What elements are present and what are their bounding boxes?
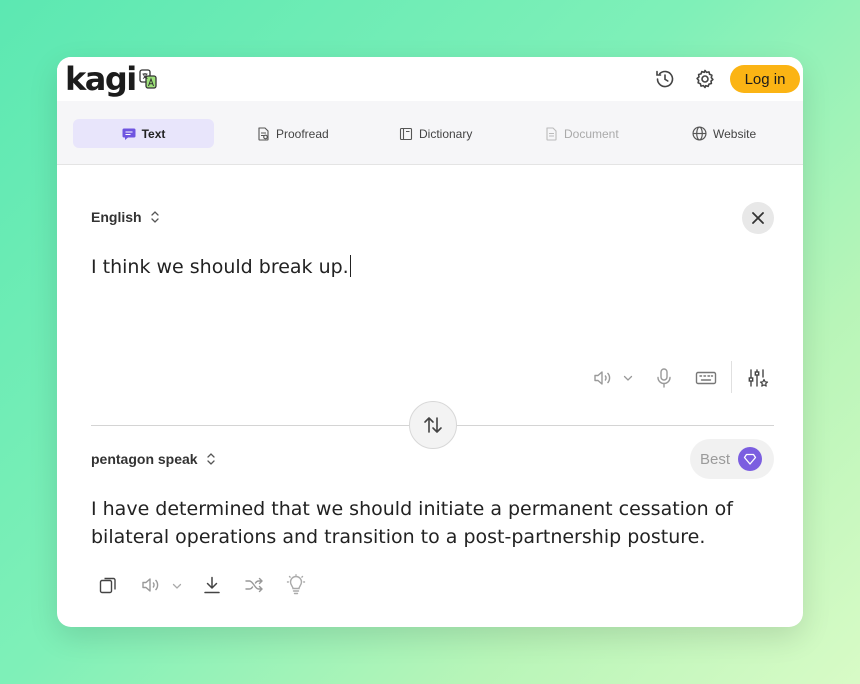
source-language-label: English	[91, 209, 142, 225]
swap-languages-button[interactable]	[409, 401, 457, 449]
tab-document-label: Document	[564, 126, 619, 141]
tab-dictionary[interactable]: Dictionary	[399, 119, 472, 148]
source-language-selector[interactable]: English	[91, 209, 160, 225]
gear-icon[interactable]	[693, 67, 717, 91]
clear-button[interactable]	[742, 202, 774, 234]
swap-arrows-icon	[424, 417, 442, 433]
diamond-icon	[738, 447, 762, 471]
logo-text: kagi	[65, 60, 137, 98]
tab-website[interactable]: Website	[692, 119, 756, 148]
book-icon	[399, 127, 413, 140]
translator-window: kagi Log in Text Proofread Dictionary Do…	[57, 57, 803, 627]
target-language-selector[interactable]: pentagon speak	[91, 451, 216, 467]
speaker-icon	[594, 371, 611, 385]
tab-text-label: Text	[141, 126, 166, 141]
speaker-icon	[142, 578, 159, 592]
download-icon	[204, 576, 220, 594]
keyboard-button[interactable]	[695, 368, 717, 393]
quality-selector[interactable]: Best	[690, 439, 774, 479]
chat-bubble-icon	[122, 128, 136, 140]
target-language-label: pentagon speak	[91, 451, 198, 467]
chevron-down-icon	[172, 583, 182, 589]
microphone-icon	[657, 368, 671, 388]
top-bar: kagi Log in	[57, 57, 803, 101]
close-icon	[752, 212, 764, 224]
voice-options-dropdown[interactable]	[622, 371, 634, 389]
tab-website-label: Website	[713, 126, 757, 141]
tab-proofread-label: Proofread	[276, 126, 329, 141]
copy-icon	[99, 577, 116, 594]
chevron-updown-icon	[206, 453, 215, 465]
output-voice-dropdown[interactable]	[171, 579, 183, 597]
login-button[interactable]: Log in	[730, 65, 800, 93]
speaker-button[interactable]	[592, 368, 612, 393]
globe-icon	[692, 126, 707, 141]
translated-text: I have determined that we should initiat…	[91, 498, 733, 548]
text-cursor	[349, 255, 352, 277]
download-button[interactable]	[202, 575, 222, 600]
source-text: I think we should break up.	[91, 256, 349, 278]
kagi-logo[interactable]: kagi	[65, 61, 157, 97]
chevron-updown-icon	[150, 211, 159, 223]
output-speaker-button[interactable]	[140, 575, 160, 600]
tab-text[interactable]: Text	[73, 119, 214, 148]
shuffle-button[interactable]	[244, 575, 264, 600]
source-text-input[interactable]: I think we should break up.	[91, 255, 352, 278]
copy-button[interactable]	[98, 575, 118, 600]
document-icon	[546, 126, 557, 141]
shuffle-icon	[245, 577, 263, 593]
quality-label: Best	[699, 450, 730, 468]
keyboard-icon	[695, 371, 717, 385]
tab-document: Document	[544, 119, 619, 148]
lightbulb-icon	[286, 574, 306, 595]
proofread-doc-icon	[258, 126, 269, 141]
translation-settings-button[interactable]	[747, 367, 769, 394]
tab-dictionary-label: Dictionary	[419, 126, 473, 141]
chevron-down-icon	[623, 375, 633, 381]
microphone-button[interactable]	[654, 367, 674, 394]
history-icon[interactable]	[653, 67, 677, 91]
mode-tabs: Text Proofread Dictionary Document Websi…	[57, 101, 803, 165]
toolbar-divider	[731, 361, 732, 393]
sliders-icon	[748, 369, 769, 387]
tab-proofread[interactable]: Proofread	[256, 119, 329, 148]
translate-logo-icon	[139, 68, 157, 94]
explain-button[interactable]	[286, 574, 306, 601]
